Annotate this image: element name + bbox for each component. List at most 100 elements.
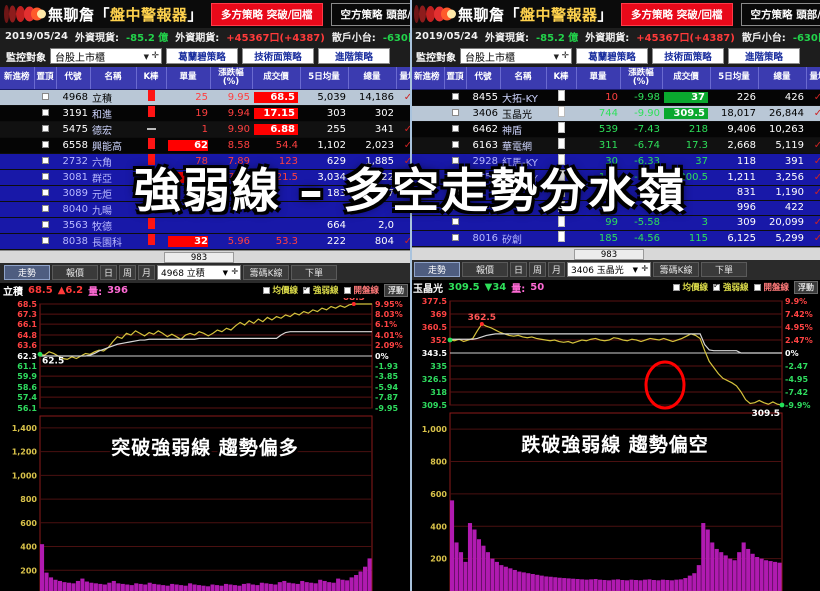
tab-trend[interactable]: 走勢 [4,265,50,280]
th-lot[interactable]: 單量 [576,67,621,90]
checkbox-strength-line[interactable]: 強弱線 [303,284,339,296]
foreign-futures-label: 外資期貨: [585,33,630,44]
svg-text:8.03%: 8.03% [375,310,403,319]
cell-new [0,105,34,122]
symbol-input[interactable]: 4968 立積 ▼ ✛ [157,265,242,280]
filter-bar-right: 監控對象 台股上市櫃 ▼ ✛ 葛蘭碧策略 技術面策略 進階策略 [410,45,820,67]
table-row[interactable]: 3191和進199.9417.15303302✓ [0,105,410,122]
cell-total: 341 [348,121,396,138]
chart-toolbar-left: 走勢 報價 日 周 月 4968 立積 ▼ ✛ 籌碼K線 下單 [0,262,410,283]
checkbox-open-line[interactable]: 開盤線 [753,281,789,293]
table-row[interactable]: 6558興能高628.5854.41,1022,023✓✓ [0,137,410,154]
advanced-strategy-button[interactable]: 進階策略 [728,48,800,64]
svg-text:-4.95: -4.95 [785,375,808,384]
th-name[interactable]: 名稱 [500,67,547,90]
granville-strategy-button[interactable]: 葛蘭碧策略 [576,48,648,64]
count-strip-right: 983 [410,246,820,260]
bull-strategy-button[interactable]: 多方策略 突破/回檔 [621,2,733,26]
th-total[interactable]: 總量 [348,67,397,90]
tab-day[interactable]: 日 [100,265,118,280]
th-pct[interactable]: 漲跌幅(%) [620,67,663,90]
checkbox-strength-line[interactable]: 強弱線 [713,281,749,293]
table-row[interactable]: 3563 牧德 664 2,0 [0,217,410,234]
chart-right[interactable]: 377.5 9.9% 369 7.42% 360.5 4.95% 352 2.47% 343.5… [410,294,820,591]
th-kbar[interactable]: K棒 [546,67,577,90]
cell-kbar [136,121,166,138]
th-pin[interactable]: 置頂 [444,67,467,90]
plus-icon[interactable]: ✛ [641,264,648,273]
th-code[interactable]: 代號 [56,67,91,90]
th-pct[interactable]: 漲跌幅(%) [210,67,253,90]
tab-month[interactable]: 月 [548,262,566,277]
tab-week[interactable]: 周 [119,265,137,280]
market-select[interactable]: 台股上市櫃 ▼ ✛ [460,48,572,64]
tab-trend[interactable]: 走勢 [414,262,460,277]
svg-text:318: 318 [430,388,447,397]
chips-kline-button[interactable]: 籌碼K線 [653,262,700,277]
th-pin[interactable]: 置頂 [34,67,57,90]
cell-new [410,137,444,154]
table-row[interactable]: 6163華電網 311-6.7417.32,6685,119✓ [410,137,820,154]
quote-price: 68.5 [28,284,53,296]
float-button[interactable]: 浮動 [384,283,408,297]
advanced-strategy-button[interactable]: 進階策略 [318,48,390,64]
chips-kline-button[interactable]: 籌碼K線 [243,265,290,280]
bear-strategy-button[interactable]: 空方策略 頭部/破線 [330,2,410,26]
tab-day[interactable]: 日 [510,262,528,277]
market-select[interactable]: 台股上市櫃 ▼ ✛ [50,48,162,64]
th-volup[interactable]: 量增 [396,67,410,90]
th-new[interactable]: 新進榜 [0,67,35,90]
th-new[interactable]: 新進榜 [410,67,445,90]
chart-left[interactable]: 68.5 9.95% 67.3 8.03% 66.1 6.1% 64.8 4.01% 63.6 2… [0,297,410,591]
svg-text:1,400: 1,400 [12,423,38,432]
cell-new [0,217,34,234]
technical-strategy-button[interactable]: 技術面策略 [652,48,724,64]
svg-text:326.5: 326.5 [422,375,448,384]
bull-strategy-button[interactable]: 多方策略 突破/回檔 [211,2,323,26]
th-avg5[interactable]: 5日均量 [300,67,349,90]
plus-icon[interactable]: ✛ [151,51,159,61]
cell-name: 六角 [90,153,136,170]
bear-strategy-button[interactable]: 空方策略 頭部/破線 [740,2,820,26]
order-button[interactable]: 下單 [291,265,338,280]
th-price[interactable]: 成交價 [662,67,711,90]
th-price[interactable]: 成交價 [252,67,301,90]
svg-text:2.47%: 2.47% [785,336,813,345]
th-total[interactable]: 總量 [758,67,807,90]
table-row[interactable]: 5475德宏 19.906.88255341✓ [0,121,410,138]
table-row[interactable]: 8038長園科 325.9653.3222804✓ [0,233,410,250]
retail-label: 散戶小台: [741,33,786,44]
titlebar-left: 無聊詹「盤中警報器」 多方策略 突破/回檔 空方策略 頭部/破線 [0,0,410,28]
tab-quote[interactable]: 報價 [52,265,98,280]
checkbox-open-line[interactable]: 開盤線 [343,284,379,296]
granville-strategy-button[interactable]: 葛蘭碧策略 [166,48,238,64]
symbol-input[interactable]: 3406 玉晶光 ▼ ✛ [567,262,652,277]
th-kbar[interactable]: K棒 [136,67,167,90]
table-row[interactable]: 8016矽創 185-4.561156,1255,299✓ [410,230,820,247]
cell-volup [806,121,820,138]
cell-pct: 5.96 [210,233,252,250]
table-row[interactable]: 4968立積 259.9568.55,03914,186✓ [0,89,410,106]
checkbox-avg-line[interactable]: 均價線 [672,281,708,293]
table-row[interactable]: 6462 神盾 539 -7.43 218 9,406 10,263 [410,121,820,138]
th-avg5[interactable]: 5日均量 [710,67,759,90]
table-row[interactable]: 8455大拓-KY10-9.9837226426✓✓ [410,89,820,106]
svg-text:59.9: 59.9 [17,372,37,381]
cell-name: 牧德 [90,217,136,234]
plus-icon[interactable]: ✛ [231,267,238,276]
foreign-spot-value: -85.2 億 [125,33,169,44]
technical-strategy-button[interactable]: 技術面策略 [242,48,314,64]
checkbox-avg-line[interactable]: 均價線 [262,284,298,296]
th-volup[interactable]: 量增 [806,67,820,90]
th-lot[interactable]: 單量 [166,67,211,90]
tab-month[interactable]: 月 [138,265,156,280]
tab-quote[interactable]: 報價 [462,262,508,277]
order-button[interactable]: 下單 [701,262,748,277]
float-button[interactable]: 浮動 [794,280,818,294]
table-row[interactable]: 3406玉晶光 744-9.90309.518,01726,844✓ [410,105,820,122]
th-code[interactable]: 代號 [466,67,501,90]
th-name[interactable]: 名稱 [90,67,137,90]
row-count: 983 [164,251,234,263]
plus-icon[interactable]: ✛ [561,51,569,61]
tab-week[interactable]: 周 [529,262,547,277]
